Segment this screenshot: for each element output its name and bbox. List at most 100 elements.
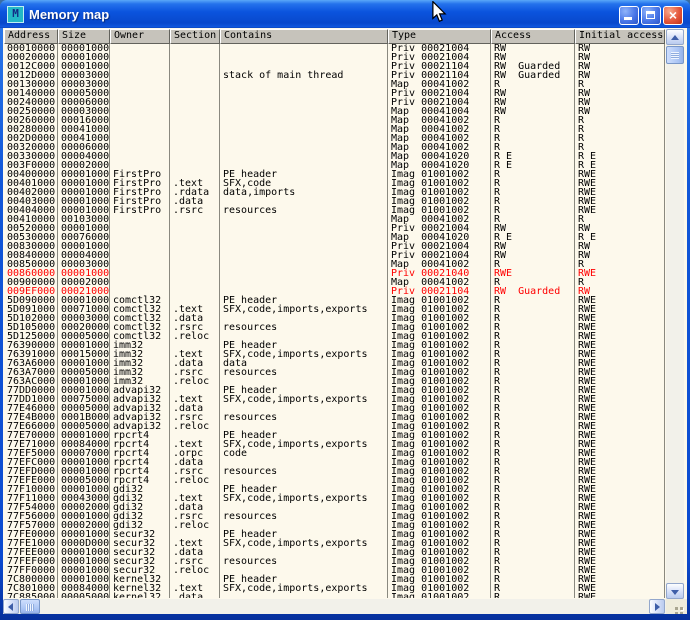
- memory-map-window: M Memory map × AddressSizeOwnerSectionCo…: [0, 0, 690, 620]
- cell-access: RW Guarded: [491, 287, 575, 296]
- column-header-size[interactable]: Size: [58, 29, 110, 44]
- cell-contains: code: [220, 449, 388, 458]
- scroll-down-button[interactable]: [666, 583, 684, 599]
- minimize-button[interactable]: [619, 6, 639, 25]
- cell-section: [170, 44, 220, 53]
- cell-section: [170, 62, 220, 71]
- cell-access: R: [491, 476, 575, 485]
- arrow-left-icon: [8, 603, 13, 611]
- cell-access: R: [491, 530, 575, 539]
- cell-access: R: [491, 458, 575, 467]
- horizontal-scroll-thumb[interactable]: [20, 599, 40, 614]
- cell-owner: [110, 152, 170, 161]
- cell-section: [170, 278, 220, 287]
- scroll-left-button[interactable]: [3, 599, 19, 614]
- cell-contains: stack of main thread: [220, 71, 388, 80]
- column-header-initial_access[interactable]: Initial access: [575, 29, 665, 44]
- cell-owner: [110, 215, 170, 224]
- cell-contains: [220, 224, 388, 233]
- cell-access: R: [491, 431, 575, 440]
- cell-initial_access: RWE: [575, 593, 665, 598]
- column-header-access[interactable]: Access: [491, 29, 575, 44]
- mouse-cursor-icon: [431, 1, 447, 27]
- cell-owner: [110, 71, 170, 80]
- cell-access: R: [491, 188, 575, 197]
- cell-contains: SFX,code,imports,exports: [220, 539, 388, 548]
- maximize-icon: [646, 11, 655, 19]
- cell-contains: SFX,code,imports,exports: [220, 395, 388, 404]
- arrow-up-icon: [671, 35, 679, 40]
- cell-owner: [110, 134, 170, 143]
- cell-contains: SFX,code,imports,exports: [220, 305, 388, 314]
- window-frame: M Memory map × AddressSizeOwnerSectionCo…: [0, 0, 690, 620]
- cell-access: R: [491, 314, 575, 323]
- cell-section: .reloc: [170, 566, 220, 575]
- cell-owner: [110, 233, 170, 242]
- cell-access: R: [491, 539, 575, 548]
- cell-owner: [110, 224, 170, 233]
- cell-initial_access: RW: [575, 251, 665, 260]
- table-row[interactable]: 7C88500000005000kernel32.dataImag 010010…: [4, 593, 665, 598]
- cell-access: R: [491, 323, 575, 332]
- cell-owner: [110, 80, 170, 89]
- cell-section: [170, 53, 220, 62]
- cell-access: R: [491, 134, 575, 143]
- cell-owner: [110, 116, 170, 125]
- memory-table[interactable]: 0001000000001000Priv 00021004RWRW0002000…: [4, 44, 665, 598]
- cell-contains: [220, 125, 388, 134]
- cell-section: [170, 116, 220, 125]
- cell-access: R: [491, 179, 575, 188]
- cell-access: R: [491, 404, 575, 413]
- cell-owner: [110, 44, 170, 53]
- cell-contains: [220, 233, 388, 242]
- cell-contains: [220, 107, 388, 116]
- titlebar[interactable]: M Memory map ×: [0, 0, 690, 28]
- cell-section: .reloc: [170, 521, 220, 530]
- column-header-owner[interactable]: Owner: [110, 29, 170, 44]
- cell-contains: [220, 593, 388, 598]
- arrow-right-icon: [655, 603, 660, 611]
- maximize-button[interactable]: [641, 6, 661, 25]
- vertical-scrollbar[interactable]: [666, 29, 684, 599]
- cell-access: R: [491, 593, 575, 598]
- cell-contains: [220, 53, 388, 62]
- cell-contains: resources: [220, 206, 388, 215]
- window-title: Memory map: [29, 7, 109, 22]
- cell-owner: [110, 269, 170, 278]
- cell-owner: [110, 242, 170, 251]
- column-header-address[interactable]: Address: [4, 29, 58, 44]
- cell-initial_access: R: [575, 134, 665, 143]
- cell-contains: [220, 89, 388, 98]
- scroll-right-button[interactable]: [649, 599, 665, 614]
- cell-owner: [110, 125, 170, 134]
- cell-section: .reloc: [170, 476, 220, 485]
- cell-size: 00005000: [58, 593, 110, 598]
- cell-section: [170, 89, 220, 98]
- arrow-down-icon: [671, 590, 679, 595]
- vertical-scroll-thumb[interactable]: [666, 46, 684, 64]
- cell-section: [170, 287, 220, 296]
- cell-access: R E: [491, 161, 575, 170]
- cell-access: RW: [491, 107, 575, 116]
- cell-access: R: [491, 440, 575, 449]
- column-header-section[interactable]: Section: [170, 29, 220, 44]
- column-header-contains[interactable]: Contains: [220, 29, 388, 44]
- cell-owner: [110, 107, 170, 116]
- cell-section: [170, 260, 220, 269]
- cell-access: R: [491, 305, 575, 314]
- memory-map-icon[interactable]: M: [7, 6, 24, 23]
- scroll-up-button[interactable]: [666, 29, 684, 45]
- column-header-type[interactable]: Type: [388, 29, 491, 44]
- cell-access: R: [491, 206, 575, 215]
- resize-grip[interactable]: [666, 599, 687, 614]
- cell-contains: resources: [220, 512, 388, 521]
- cell-initial_access: R: [575, 125, 665, 134]
- cell-access: R: [491, 467, 575, 476]
- cell-section: [170, 152, 220, 161]
- cell-section: [170, 161, 220, 170]
- horizontal-scrollbar[interactable]: [3, 599, 666, 614]
- cell-address: 7C885000: [4, 593, 58, 598]
- close-button[interactable]: ×: [663, 6, 683, 25]
- minimize-icon: [624, 17, 632, 20]
- cell-access: R: [491, 170, 575, 179]
